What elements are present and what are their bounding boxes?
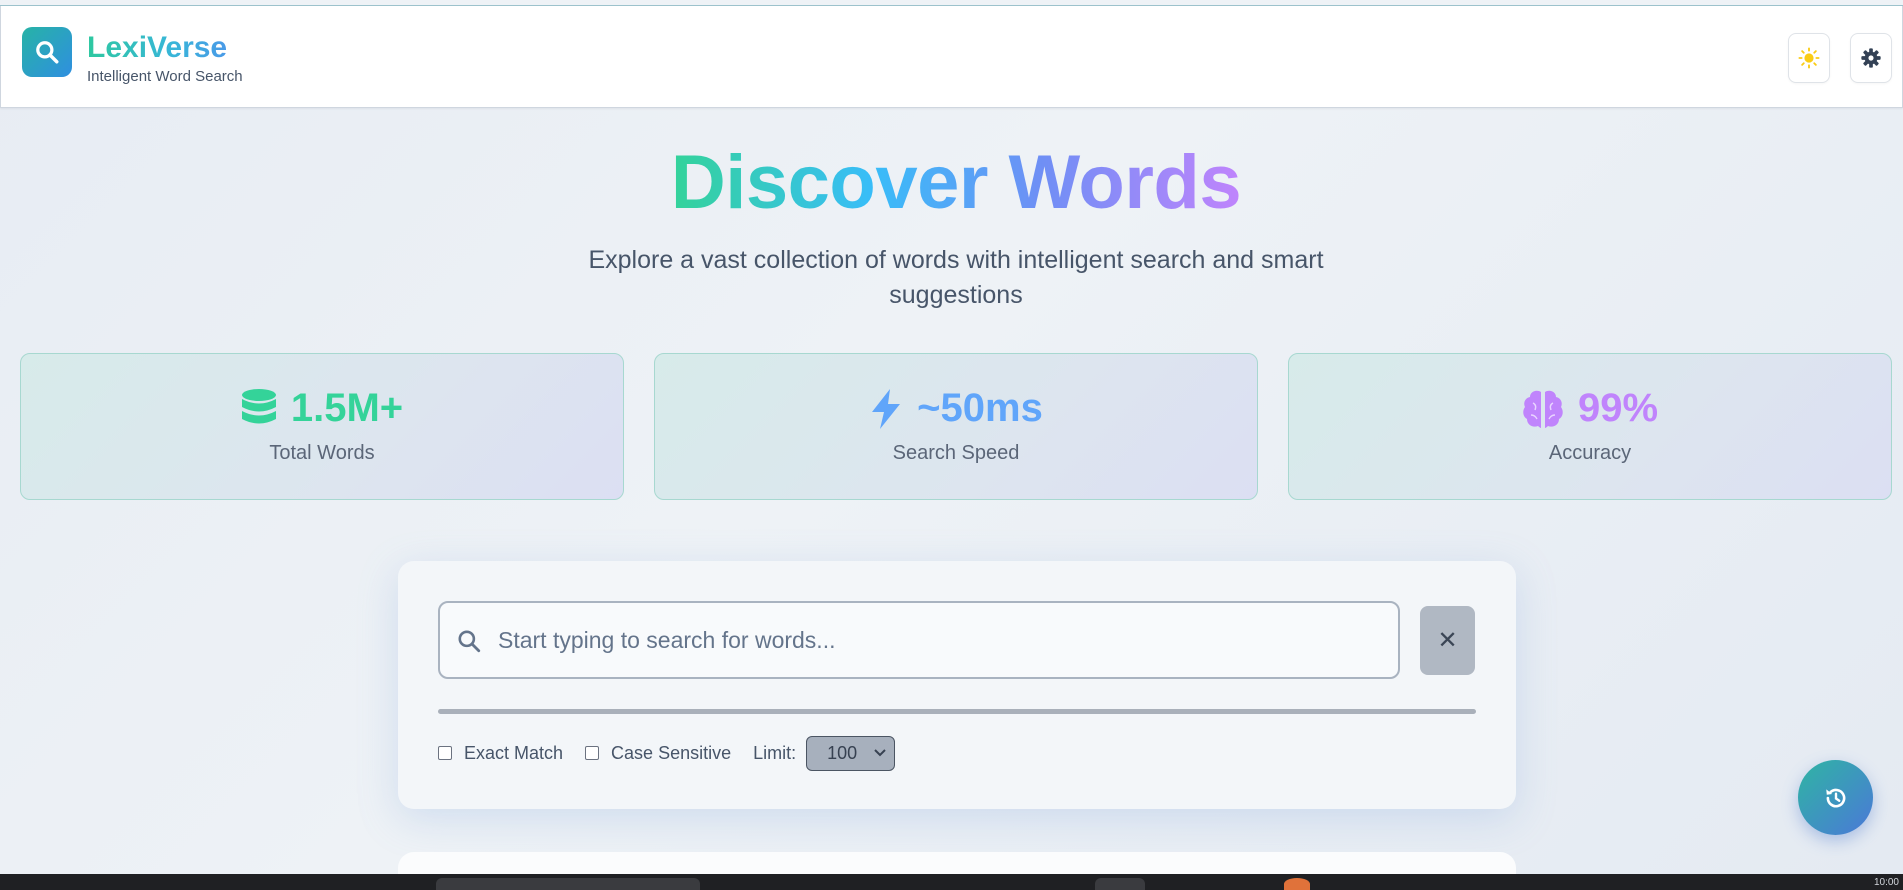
history-button[interactable]	[1798, 760, 1873, 835]
search-panel: ✕ Exact Match Case Sensitive Limit: 100	[398, 561, 1516, 809]
stat-card-total-words: 1.5M+ Total Words	[20, 353, 624, 500]
taskbar-item[interactable]	[1095, 878, 1145, 890]
search-input[interactable]	[498, 603, 1378, 677]
hero-title: Discover Words	[670, 140, 1242, 225]
theme-toggle-button[interactable]	[1788, 33, 1830, 83]
stat-value: ~50ms	[917, 386, 1043, 430]
database-icon	[241, 388, 276, 423]
clear-search-button[interactable]: ✕	[1420, 606, 1475, 675]
gear-icon	[1861, 48, 1881, 68]
app-header: LexiVerse Intelligent Word Search	[0, 6, 1903, 108]
taskbar-item[interactable]	[436, 878, 700, 890]
taskbar-app-icon[interactable]	[1284, 878, 1310, 890]
case-sensitive-label[interactable]: Case Sensitive	[611, 743, 731, 764]
limit-value: 100	[827, 742, 858, 763]
brain-icon	[1523, 390, 1563, 428]
app-tagline: Intelligent Word Search	[87, 68, 243, 85]
app-name: LexiVerse	[87, 31, 228, 64]
search-icon	[36, 41, 59, 64]
limit-label: Limit:	[753, 742, 797, 763]
logo[interactable]	[22, 27, 72, 77]
case-sensitive-checkbox[interactable]	[585, 746, 600, 760]
stat-label: Search Speed	[892, 442, 1020, 464]
search-icon	[458, 630, 481, 653]
settings-button[interactable]	[1850, 33, 1892, 83]
stat-card-accuracy: 99% Accuracy	[1288, 353, 1892, 500]
taskbar-clock: 10:00	[1873, 877, 1899, 888]
search-options: Exact Match Case Sensitive Limit: 100	[438, 735, 896, 771]
sun-icon	[1798, 47, 1820, 69]
os-taskbar: 10:00	[0, 874, 1903, 890]
exact-match-label[interactable]: Exact Match	[464, 743, 563, 764]
stat-card-search-speed: ~50ms Search Speed	[654, 353, 1258, 500]
stat-value: 1.5M+	[290, 386, 404, 430]
search-progress-bar	[438, 709, 1476, 714]
hero-subtitle: Explore a vast collection of words with …	[588, 246, 1324, 309]
limit-select[interactable]: 100	[806, 735, 896, 771]
stat-label: Total Words	[269, 442, 375, 464]
chevron-down-icon	[874, 749, 886, 757]
stat-value: 99%	[1577, 386, 1659, 430]
history-icon	[1825, 788, 1845, 807]
exact-match-checkbox[interactable]	[438, 746, 452, 760]
stat-label: Accuracy	[1548, 442, 1632, 464]
search-box	[438, 601, 1400, 679]
bolt-icon	[872, 388, 901, 429]
